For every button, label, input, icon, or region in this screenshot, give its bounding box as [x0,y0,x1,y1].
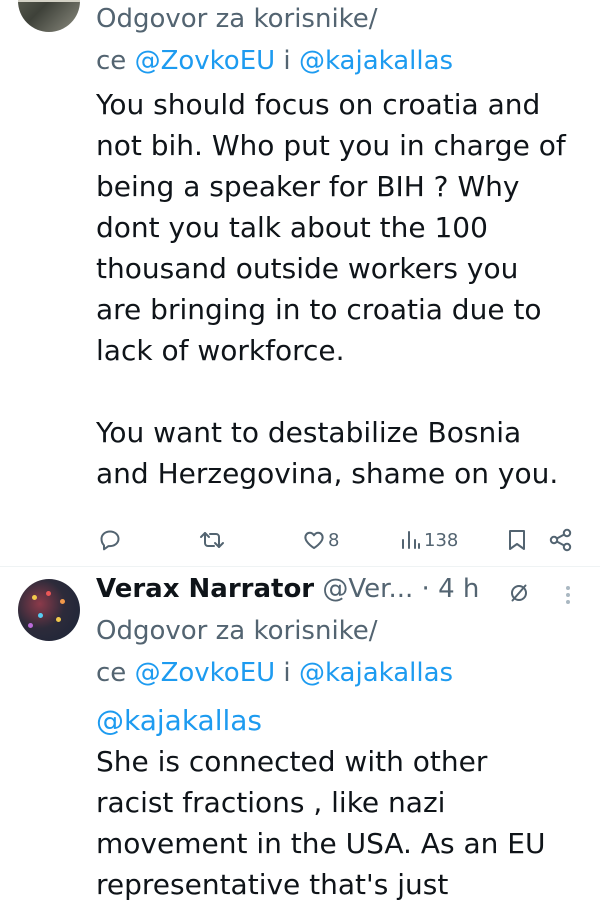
tweet-text-line: She is connected with other [96,745,488,778]
tweet-body: @kajakallas She is connected with other … [96,700,546,905]
tweet-2[interactable]: Verax Narrator @Ver... · 4 h Odgovor za … [0,567,600,907]
timestamp[interactable]: 4 h [438,574,479,604]
reply-to-suffix: ce [96,658,135,688]
mention-link[interactable]: @ZovkoEU [135,46,276,76]
tweet-text-line: not bih. Who put you in charge of [96,129,566,162]
views-count: 138 [424,529,459,551]
reply-to-text: Odgovor za korisnike/ [96,616,378,646]
reply-to-mentions: ce @ZovkoEU i @kajakallas [96,41,453,81]
tweet-text-line: are bringing in to croatia due to [96,293,542,326]
retweet-icon [200,532,224,548]
views-button[interactable]: 138 [400,520,458,560]
tweet-text-line: being a speaker for BIH ? Why [96,170,520,203]
bookmark-button[interactable] [506,520,528,560]
avatar[interactable] [18,579,80,641]
views-icon [402,531,420,549]
tweet-text-line: thousand outside workers you [96,252,519,285]
tweet-body: You should focus on croatia and not bih.… [96,84,566,494]
tweet-text-line: representative that's just [96,868,449,901]
mention-separator: i [275,46,299,76]
mention-link[interactable]: @kajakallas [299,46,453,76]
user-handle[interactable]: @Ver... [322,574,413,604]
more-icon[interactable] [560,583,576,607]
tweet-text-line: You want to destabilize Bosnia [96,416,522,449]
retweet-button[interactable] [198,520,226,560]
separator: · [421,574,430,604]
mention-link[interactable]: @ZovkoEU [135,658,276,688]
reply-button[interactable] [98,520,122,560]
reply-to-label: Odgovor za korisnike/ [96,0,378,39]
reply-to-suffix: ce [96,46,135,76]
tweet-text-line: You should focus on croatia and [96,88,541,121]
tweet-text-line: lack of workforce. [96,334,345,367]
tweet-text-line: and Herzegovina, shame on you. [96,457,559,490]
heart-icon [304,531,324,549]
mention-link[interactable]: @kajakallas [299,658,453,688]
tweet-text-line: movement in the USA. As an EU [96,827,546,860]
reply-to-text: Odgovor za korisnike/ [96,4,378,34]
tweet-1[interactable]: Odgovor za korisnike/ ce @ZovkoEU i @kaj… [0,0,600,567]
mention-link[interactable]: @kajakallas [96,700,546,741]
like-button[interactable]: 8 [302,520,339,560]
bookmark-icon [509,530,525,550]
share-icon [549,528,572,552]
action-bar: 8 138 [96,520,586,560]
grok-icon[interactable] [508,581,530,605]
display-name[interactable]: Verax Narrator [96,574,314,604]
mention-separator: i [275,658,299,688]
avatar[interactable] [18,0,80,32]
like-count: 8 [328,529,340,551]
tweet-text-line [96,371,566,412]
reply-icon [100,530,120,551]
reply-to-mentions: ce @ZovkoEU i @kajakallas [96,653,453,693]
reply-to-label: Odgovor za korisnike/ [96,611,378,651]
tweet-text-line: racist fractions , like nazi [96,786,446,819]
tweet-header: Verax Narrator @Ver... · 4 h [96,569,479,609]
share-button[interactable] [548,520,574,560]
tweet-text-line: dont you talk about the 100 [96,211,488,244]
